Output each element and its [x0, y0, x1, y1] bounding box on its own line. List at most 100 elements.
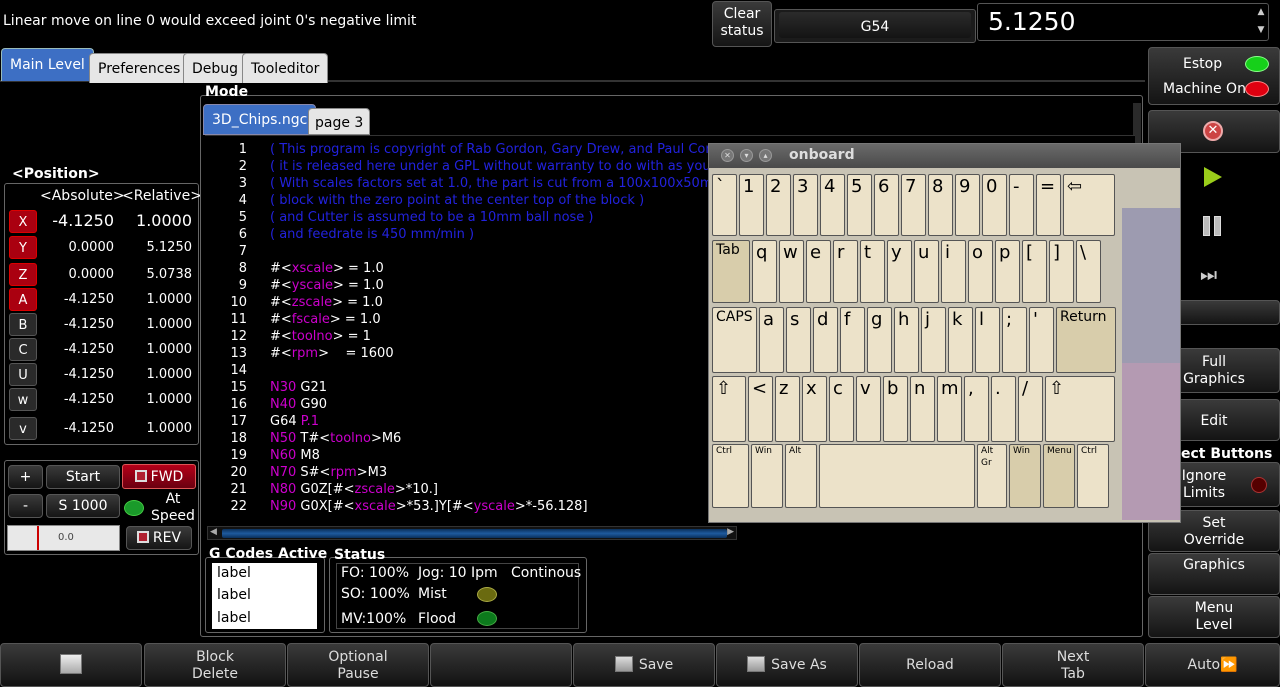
save-as-button[interactable]: Save As [716, 643, 858, 687]
key-i[interactable]: i [941, 240, 966, 303]
tab-tooleditor[interactable]: Tooleditor [242, 53, 329, 83]
play-icon[interactable] [1204, 167, 1222, 187]
jog-minus-button[interactable]: - [8, 494, 43, 518]
clear-status-button[interactable]: Clear status [712, 1, 772, 47]
key-1[interactable]: 1 [739, 174, 764, 236]
key-8[interactable]: 8 [928, 174, 953, 236]
spin-down-icon[interactable]: ▼ [1256, 24, 1266, 36]
empty-button[interactable] [430, 643, 572, 687]
start-button[interactable]: Start [46, 465, 120, 489]
key-z[interactable]: z [775, 376, 800, 442]
tab-page-3[interactable]: page 3 [308, 108, 371, 135]
key-u[interactable]: u [914, 240, 939, 303]
key-b[interactable]: b [883, 376, 908, 442]
spindle-forward-button[interactable]: FWD [122, 464, 196, 489]
key-f[interactable]: f [840, 307, 865, 373]
spindle-speed-button[interactable]: S 1000 [46, 494, 120, 518]
key-Ctrl[interactable]: Ctrl [712, 444, 749, 508]
spin-up-icon[interactable]: ▲ [1256, 6, 1266, 18]
key-0[interactable]: 0 [982, 174, 1007, 236]
tab-debug[interactable]: Debug [183, 53, 248, 83]
tab-main-level[interactable]: Main Level [1, 48, 94, 81]
key-e[interactable]: e [806, 240, 831, 303]
key-y[interactable]: y [887, 240, 912, 303]
coord-system-selector[interactable]: G54 [774, 9, 976, 43]
scrollbar-thumb[interactable] [222, 529, 727, 538]
key-9[interactable]: 9 [955, 174, 980, 236]
key-a[interactable]: a [759, 307, 784, 373]
graphics-button[interactable]: Graphics [1148, 553, 1280, 595]
step-forward-icon[interactable]: ⏭ [1200, 264, 1217, 286]
key-m[interactable]: m [937, 376, 962, 442]
spindle-reverse-button[interactable]: REV [126, 526, 192, 550]
key-44[interactable]: , [964, 376, 989, 442]
key-Menu[interactable]: Menu [1043, 444, 1075, 508]
jog-plus-button[interactable]: + [8, 465, 43, 489]
key-shift[interactable]: ⇧ [1045, 376, 1115, 442]
key-s[interactable]: s [786, 307, 811, 373]
slider-handle[interactable] [37, 526, 39, 550]
reload-button[interactable]: Reload [859, 643, 1001, 687]
pause-icon[interactable] [1203, 216, 1223, 236]
key-r[interactable]: r [833, 240, 858, 303]
key-Win[interactable]: Win [751, 444, 783, 508]
axis-button-y[interactable]: Y [9, 236, 37, 259]
key-v[interactable]: v [856, 376, 881, 442]
key-92[interactable]: \ [1076, 240, 1101, 303]
next-tab-button[interactable]: Next Tab [1002, 643, 1144, 687]
key-Ctrl[interactable]: Ctrl [1077, 444, 1109, 508]
spindle-override-slider[interactable]: 0.0 [7, 525, 120, 551]
spindle-entry-spinbox[interactable]: 5.1250 ▲ ▼ [977, 3, 1269, 41]
key-91[interactable]: [ [1022, 240, 1047, 303]
axis-button-a[interactable]: A [9, 288, 37, 311]
key-w[interactable]: w [779, 240, 804, 303]
keyboard-titlebar[interactable]: ✕ ▾ ▴ onboard [709, 144, 1180, 168]
key-g[interactable]: g [867, 307, 892, 373]
key-Tab[interactable]: Tab [712, 240, 750, 303]
axis-button-z[interactable]: Z [9, 263, 37, 286]
key-CAPS[interactable]: CAPS [712, 307, 757, 373]
key-7[interactable]: 7 [901, 174, 926, 236]
key-39[interactable]: ' [1029, 307, 1054, 373]
optional-pause-button[interactable]: Optional Pause [287, 643, 429, 687]
key-x[interactable]: x [802, 376, 827, 442]
key-61[interactable]: = [1036, 174, 1061, 236]
auto-button[interactable]: Auto⏩ [1145, 643, 1280, 687]
key-t[interactable]: t [860, 240, 885, 303]
editor-horizontal-scrollbar[interactable]: ◀ ▶ [207, 526, 737, 540]
axis-button-c[interactable]: C [9, 338, 37, 361]
key-d[interactable]: d [813, 307, 838, 373]
key-Alt32Gr[interactable]: Alt Gr [977, 444, 1007, 508]
block-delete-button[interactable]: Block Delete [144, 643, 286, 687]
tab-preferences[interactable]: Preferences [89, 53, 190, 83]
key-c[interactable]: c [829, 376, 854, 442]
key-4[interactable]: 4 [820, 174, 845, 236]
key-Win[interactable]: Win [1009, 444, 1041, 508]
key-45[interactable]: - [1009, 174, 1034, 236]
tab-file-3d-chips[interactable]: 3D_Chips.ngc [203, 104, 317, 135]
key-k[interactable]: k [948, 307, 973, 373]
key-back[interactable]: ⇦ [1063, 174, 1115, 236]
close-icon[interactable]: ✕ [721, 149, 734, 162]
scroll-left-icon[interactable]: ◀ [210, 527, 217, 537]
axis-button-x[interactable]: X [9, 210, 37, 233]
axis-button-v[interactable]: v [9, 417, 37, 440]
minimize-icon[interactable]: ▾ [740, 149, 753, 162]
key-3[interactable]: 3 [793, 174, 818, 236]
axis-button-w[interactable]: w [9, 388, 37, 411]
key-47[interactable]: / [1018, 376, 1043, 442]
key-5[interactable]: 5 [847, 174, 872, 236]
menu-level-button[interactable]: Menu Level [1148, 596, 1280, 638]
key-l[interactable]: l [975, 307, 1000, 373]
key-shift[interactable]: ⇧ [712, 376, 746, 442]
key-p[interactable]: p [995, 240, 1020, 303]
key-o[interactable]: o [968, 240, 993, 303]
key-Return[interactable]: Return [1056, 307, 1116, 373]
scroll-right-icon[interactable]: ▶ [727, 527, 734, 537]
save-button[interactable]: Save [573, 643, 715, 687]
key-60[interactable]: < [748, 376, 773, 442]
axis-button-u[interactable]: U [9, 363, 37, 386]
key-2[interactable]: 2 [766, 174, 791, 236]
key-6[interactable]: 6 [874, 174, 899, 236]
key-93[interactable]: ] [1049, 240, 1074, 303]
